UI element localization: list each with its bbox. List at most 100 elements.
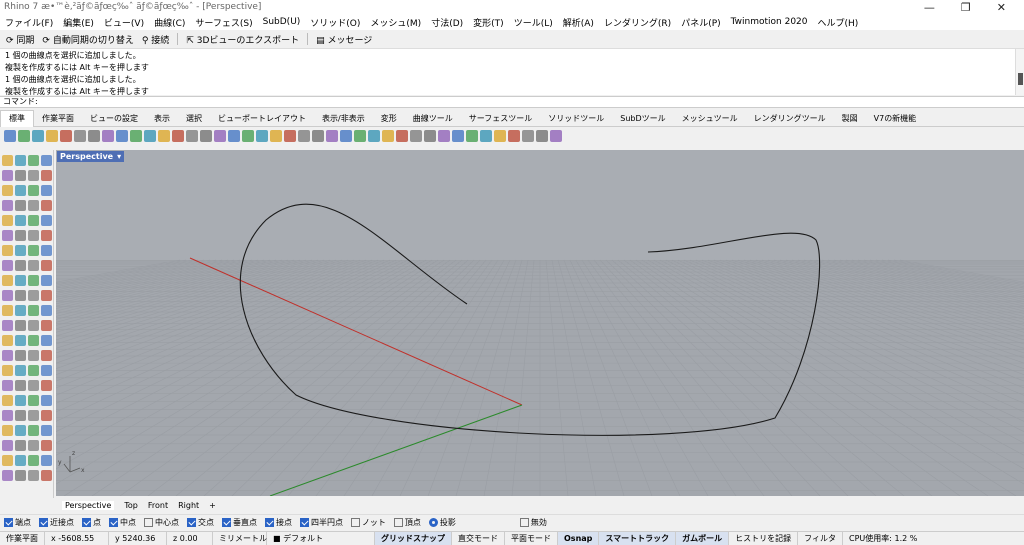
tool-icon[interactable]: [28, 170, 39, 181]
tool-icon[interactable]: [2, 365, 13, 376]
tool-icon[interactable]: [74, 129, 86, 142]
close-button[interactable]: ✕: [997, 1, 1006, 14]
checkbox[interactable]: [519, 518, 529, 527]
tool-icon[interactable]: [28, 455, 39, 466]
toolbar-tab[interactable]: ソリッドツール: [540, 110, 612, 127]
menu-item[interactable]: 変形(T): [471, 16, 506, 29]
export3d-button[interactable]: ⇱ 3Dビューのエクスポート: [186, 33, 299, 46]
tool-icon[interactable]: [2, 425, 13, 436]
tool-icon[interactable]: [452, 129, 464, 142]
toolbar-tab[interactable]: V7の新機能: [866, 110, 925, 127]
tool-icon[interactable]: [41, 350, 52, 361]
tool-icon[interactable]: [2, 455, 13, 466]
maximize-button[interactable]: ❐: [961, 1, 971, 14]
tool-icon[interactable]: [2, 275, 13, 286]
viewport-canvas[interactable]: z x y: [56, 150, 1024, 496]
menu-item[interactable]: ビュー(V): [102, 16, 146, 29]
status-filter[interactable]: フィルタ: [798, 531, 843, 545]
status-history[interactable]: ヒストリを記録: [729, 531, 799, 545]
checkbox[interactable]: [265, 518, 274, 527]
tool-icon[interactable]: [41, 455, 52, 466]
checkbox[interactable]: [144, 518, 153, 527]
tool-icon[interactable]: [298, 129, 310, 142]
toolbar-tab[interactable]: サーフェスツール: [461, 110, 541, 127]
tool-icon[interactable]: [2, 155, 13, 166]
toolbar-tab[interactable]: 標準: [0, 109, 34, 127]
toolbar-tab[interactable]: 変形: [373, 110, 405, 127]
tool-icon[interactable]: [438, 129, 450, 142]
osnap-disable-option[interactable]: 無効: [519, 517, 547, 528]
toolbar-tab[interactable]: 選択: [178, 110, 210, 127]
tool-icon[interactable]: [28, 290, 39, 301]
autosync-button[interactable]: ⟳ 自動同期の切り替え: [42, 33, 133, 46]
tool-icon[interactable]: [214, 129, 226, 142]
tool-icon[interactable]: [41, 260, 52, 271]
tool-icon[interactable]: [28, 185, 39, 196]
tool-icon[interactable]: [15, 275, 26, 286]
toolbar-tab[interactable]: 表示: [146, 110, 178, 127]
toolbar-tab[interactable]: 表示/非表示: [314, 110, 373, 127]
tool-icon[interactable]: [368, 129, 380, 142]
tool-icon[interactable]: [15, 380, 26, 391]
status-smarttrack[interactable]: スマートトラック: [599, 531, 677, 545]
tool-icon[interactable]: [88, 129, 100, 142]
toolbar-tab[interactable]: 作業平面: [34, 110, 82, 127]
tool-icon[interactable]: [312, 129, 324, 142]
tool-icon[interactable]: [15, 290, 26, 301]
toolbar-tab[interactable]: ビューポートレイアウト: [210, 110, 314, 127]
tool-icon[interactable]: [340, 129, 352, 142]
tool-icon[interactable]: [28, 200, 39, 211]
tool-icon[interactable]: [28, 275, 39, 286]
tool-icon[interactable]: [28, 395, 39, 406]
tool-icon[interactable]: [2, 410, 13, 421]
tool-icon[interactable]: [256, 129, 268, 142]
tool-icon[interactable]: [2, 200, 13, 211]
toolbar-tab[interactable]: SubDツール: [612, 110, 673, 127]
tool-icon[interactable]: [41, 200, 52, 211]
tool-icon[interactable]: [32, 129, 44, 142]
tool-icon[interactable]: [15, 185, 26, 196]
tool-icon[interactable]: [41, 410, 52, 421]
command-line[interactable]: コマンド:: [0, 96, 1024, 108]
menu-item[interactable]: ファイル(F): [3, 16, 55, 29]
tool-icon[interactable]: [130, 129, 142, 142]
tool-icon[interactable]: [15, 455, 26, 466]
osnap-option[interactable]: 接点: [265, 517, 292, 528]
tool-icon[interactable]: [41, 275, 52, 286]
tool-icon[interactable]: [41, 215, 52, 226]
tool-icon[interactable]: [15, 320, 26, 331]
tool-icon[interactable]: [41, 170, 52, 181]
tool-icon[interactable]: [15, 425, 26, 436]
osnap-option[interactable]: 四半円点: [300, 517, 343, 528]
osnap-option[interactable]: 頂点: [393, 517, 421, 528]
checkbox[interactable]: [4, 518, 13, 527]
tool-icon[interactable]: [28, 320, 39, 331]
tool-icon[interactable]: [480, 129, 492, 142]
viewport-tab[interactable]: Right: [178, 501, 199, 510]
tool-icon[interactable]: [15, 200, 26, 211]
tool-icon[interactable]: [15, 395, 26, 406]
tool-icon[interactable]: [2, 350, 13, 361]
tool-icon[interactable]: [102, 129, 114, 142]
tool-icon[interactable]: [28, 260, 39, 271]
minimize-button[interactable]: —: [924, 1, 935, 14]
checkbox[interactable]: [187, 518, 196, 527]
status-planar[interactable]: 平面モード: [505, 531, 558, 545]
tool-icon[interactable]: [15, 365, 26, 376]
tool-icon[interactable]: [2, 185, 13, 196]
osnap-project-option[interactable]: 投影: [428, 517, 456, 528]
tool-icon[interactable]: [228, 129, 240, 142]
menu-item[interactable]: SubD(U): [261, 17, 303, 27]
tool-icon[interactable]: [2, 470, 13, 481]
tool-icon[interactable]: [4, 129, 16, 142]
viewport-tab[interactable]: Front: [148, 501, 168, 510]
tool-icon[interactable]: [242, 129, 254, 142]
message-button[interactable]: ▤ メッセージ: [316, 33, 372, 46]
menu-item[interactable]: パネル(P): [679, 16, 722, 29]
tool-icon[interactable]: [41, 380, 52, 391]
tool-icon[interactable]: [41, 425, 52, 436]
toolbar-tab[interactable]: 曲線ツール: [405, 110, 461, 127]
menu-item[interactable]: サーフェス(S): [193, 16, 254, 29]
tool-icon[interactable]: [41, 155, 52, 166]
toolbar-tab[interactable]: ビューの設定: [82, 110, 146, 127]
